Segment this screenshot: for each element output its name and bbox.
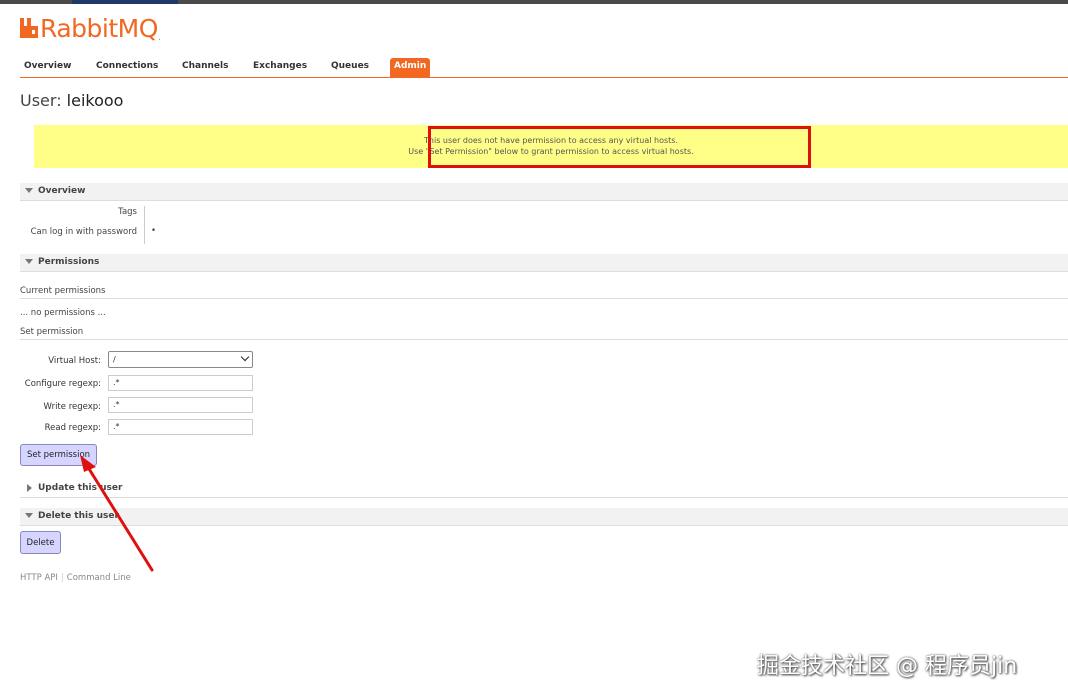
watermark-text: 掘金技术社区 @ 程序员jin [757,654,1018,679]
command-line-link[interactable]: Command Line [67,573,131,583]
rabbit-logo-icon [20,18,38,38]
current-permissions-label: Current permissions [20,286,106,296]
logo-wordmark: RabbitMQ. [40,14,161,43]
write-regexp-input[interactable]: .* [108,397,253,413]
collapse-triangle-icon [25,513,33,518]
divider [20,339,1068,340]
browser-tab-edge [72,0,178,4]
divider [20,298,1068,299]
page-title-user: leikooo [66,91,124,110]
vhost-label: Virtual Host: [48,356,101,366]
delete-user-section-title: Delete this user [38,511,119,521]
overview-divider [144,206,145,244]
write-regexp-label: Write regexp: [43,402,101,412]
permissions-section-title: Permissions [38,257,100,267]
logo-tm: . [157,32,161,43]
collapse-triangle-icon [25,188,33,193]
read-regexp-label: Read regexp: [44,423,101,433]
tab-queues[interactable]: Queues [331,61,369,71]
configure-regexp-input[interactable]: .* [108,375,253,391]
configure-regexp-label: Configure regexp: [24,379,101,389]
tab-overview[interactable]: Overview [24,61,71,71]
no-permissions-text: ... no permissions ... [20,308,106,318]
login-label: Can log in with password [30,227,137,237]
footer-separator: | [60,573,64,583]
delete-user-button[interactable]: Delete [20,531,61,554]
annotation-arrow-icon [80,455,154,572]
login-value: • [151,226,157,236]
page-title-prefix: User: [20,91,62,110]
main-nav: Overview Connections Channels Exchanges … [20,58,1068,78]
set-permission-label: Set permission [20,327,84,337]
tags-label: Tags [118,207,137,217]
collapse-triangle-icon [25,259,33,264]
vhost-select[interactable]: / [108,351,253,368]
delete-user-section-header[interactable]: Delete this user [20,508,1068,526]
footer-links: HTTP API | Command Line [20,573,131,583]
read-regexp-input[interactable]: .* [108,419,253,435]
overview-section-title: Overview [38,186,86,196]
tab-connections[interactable]: Connections [96,61,158,71]
logo-text-mq: MQ [117,14,159,43]
page-title: User: leikooo [20,91,123,110]
update-user-section-header[interactable]: Update this user [20,480,1068,498]
set-permission-button[interactable]: Set permission [20,444,97,466]
permissions-section-header[interactable]: Permissions [20,254,1068,272]
chevron-down-icon [240,352,250,362]
http-api-link[interactable]: HTTP API [20,573,58,583]
logo-text-rabbit: Rabbit [40,14,118,43]
tab-admin[interactable]: Admin [390,58,431,77]
tab-exchanges[interactable]: Exchanges [253,61,307,71]
tab-channels[interactable]: Channels [182,61,228,71]
update-user-section-title: Update this user [38,483,123,493]
vhost-selected-value: / [113,355,116,364]
annotation-highlight-box [428,126,811,168]
overview-section-header[interactable]: Overview [20,183,1068,201]
expand-triangle-icon [27,484,32,492]
